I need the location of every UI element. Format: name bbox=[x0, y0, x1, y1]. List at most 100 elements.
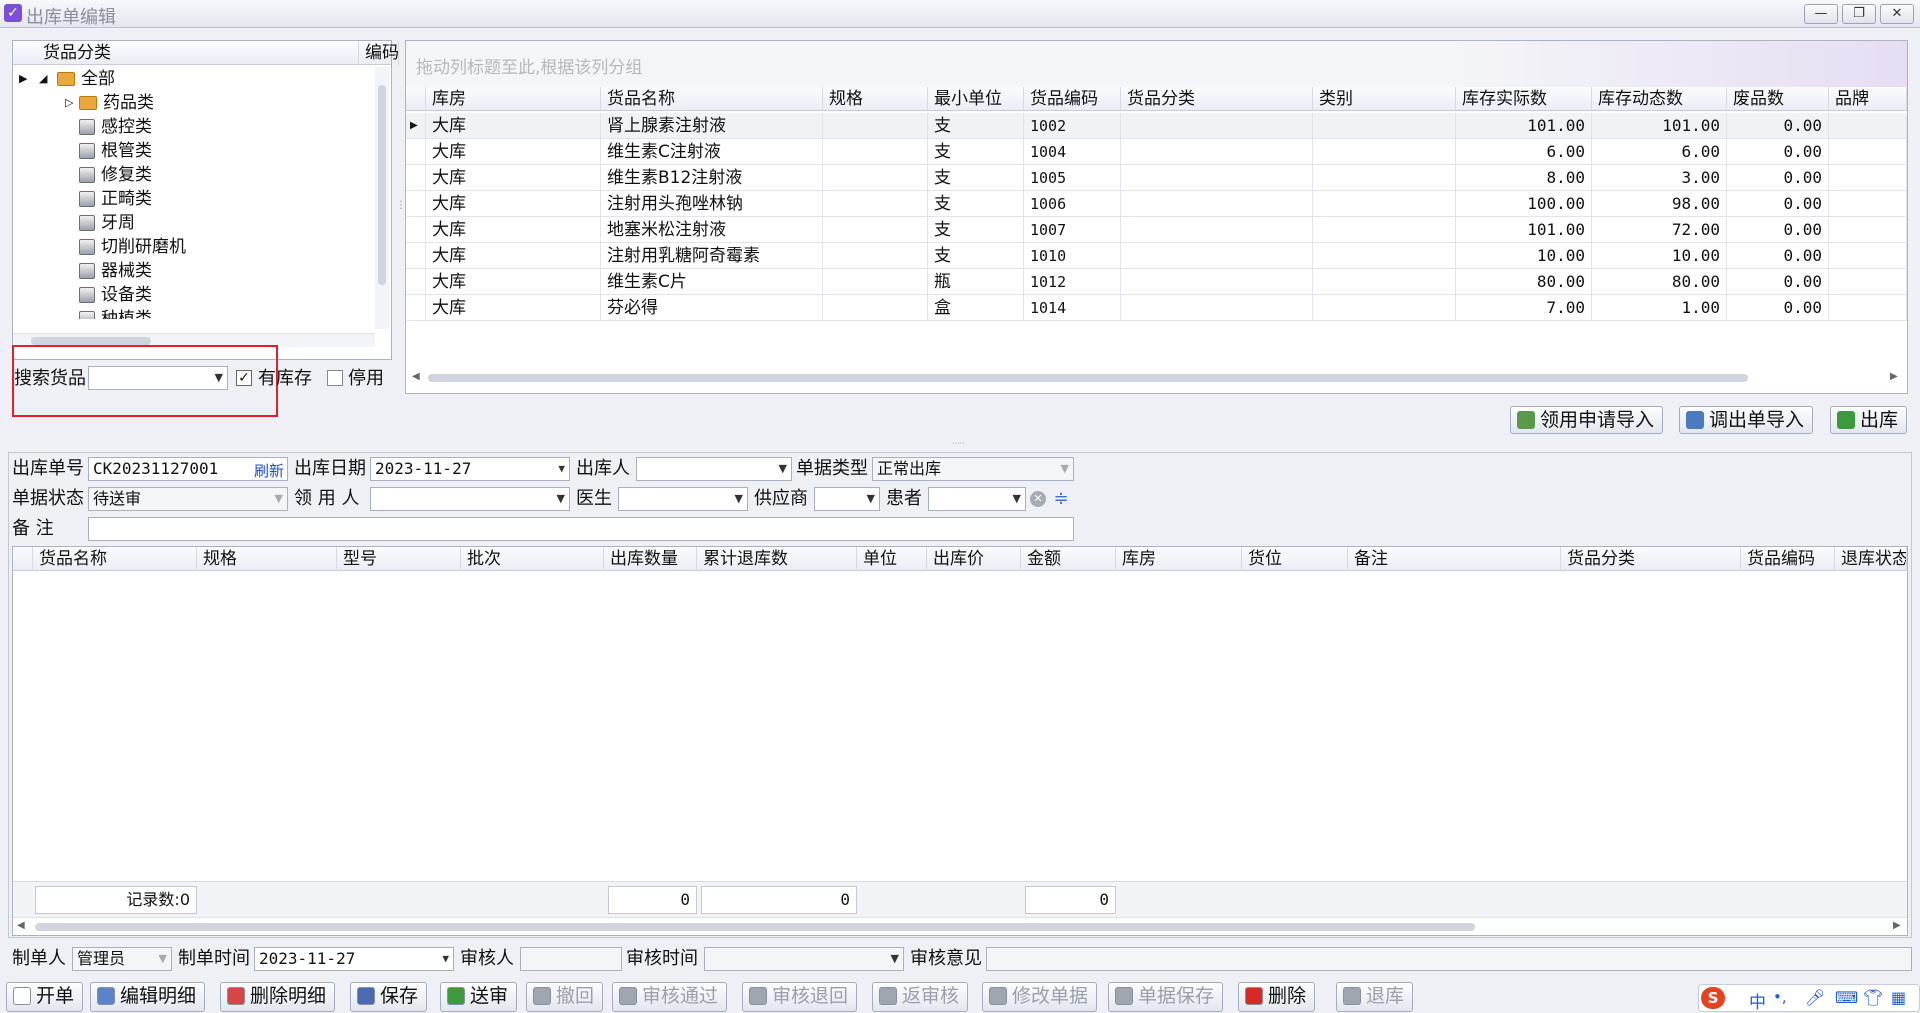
doc-type-combo[interactable]: 正常出库 ▼ bbox=[872, 457, 1074, 481]
tree-node[interactable]: 修复类 bbox=[13, 163, 373, 187]
cell-actual-stock[interactable]: 10.00 bbox=[1456, 243, 1592, 269]
cell-spec[interactable] bbox=[823, 191, 928, 217]
cell-waste[interactable]: 0.00 bbox=[1727, 269, 1829, 295]
delete-button[interactable]: 删除 bbox=[1238, 982, 1316, 1012]
table-row[interactable]: 大库 注射用头孢唑林钠 支 1006 100.00 98.00 0.00 bbox=[406, 191, 1907, 217]
cell-waste[interactable]: 0.00 bbox=[1727, 217, 1829, 243]
cell-type[interactable] bbox=[1313, 243, 1456, 269]
cell-min-unit[interactable]: 支 bbox=[928, 139, 1024, 165]
cell-brand[interactable] bbox=[1829, 191, 1907, 217]
reverse-audit-button[interactable]: 返审核 bbox=[872, 982, 969, 1012]
col-spec[interactable]: 规格 bbox=[823, 87, 928, 111]
col-waste[interactable]: 废品数 bbox=[1727, 87, 1829, 111]
cell-goods-category[interactable] bbox=[1121, 295, 1313, 321]
cell-actual-stock[interactable]: 7.00 bbox=[1456, 295, 1592, 321]
cell-warehouse[interactable]: 大库 bbox=[426, 217, 601, 243]
cell-goods-name[interactable]: 芬必得 bbox=[601, 295, 823, 321]
tree-header-category[interactable]: 货品分类 bbox=[37, 41, 359, 65]
stock-hscroll-thumb[interactable] bbox=[428, 374, 1748, 382]
col-min-unit[interactable]: 最小单位 bbox=[928, 87, 1024, 111]
col-batch[interactable]: 批次 bbox=[461, 547, 604, 571]
apply-import-button[interactable]: 领用申请导入 bbox=[1510, 406, 1664, 434]
table-row[interactable]: 大库 维生素C注射液支 1004 6.00 6.00 0.00 bbox=[406, 139, 1907, 165]
cell-goods-category[interactable] bbox=[1121, 217, 1313, 243]
cell-goods-name[interactable]: 地塞米松注射液 bbox=[601, 217, 823, 243]
cell-min-unit[interactable]: 支 bbox=[928, 217, 1024, 243]
supplier-combo[interactable]: ▼ bbox=[814, 487, 880, 511]
cell-dynamic-stock[interactable]: 98.00 bbox=[1592, 191, 1727, 217]
outbound-button[interactable]: 出库 bbox=[1830, 406, 1908, 434]
cell-brand[interactable] bbox=[1829, 165, 1907, 191]
make-time-field[interactable]: 2023-11-27 ▼ bbox=[254, 947, 454, 971]
col-amount[interactable]: 金额 bbox=[1021, 547, 1116, 571]
maker-combo[interactable]: 管理员 ▼ bbox=[72, 947, 172, 971]
cell-type[interactable] bbox=[1313, 139, 1456, 165]
cell-brand[interactable] bbox=[1829, 139, 1907, 165]
cell-brand[interactable] bbox=[1829, 269, 1907, 295]
withdraw-button[interactable]: 撤回 bbox=[526, 982, 604, 1012]
cell-spec[interactable] bbox=[823, 165, 928, 191]
outbound-date-field[interactable]: 2023-11-27 ▼ bbox=[370, 457, 570, 481]
ime-punct[interactable]: •, bbox=[1773, 988, 1787, 1006]
cell-goods-code[interactable]: 1012 bbox=[1024, 269, 1121, 295]
tree-node[interactable]: 感控类 bbox=[13, 115, 373, 139]
col-dynamic-stock[interactable]: 库存动态数 bbox=[1592, 87, 1727, 111]
cell-goods-code[interactable]: 1006 bbox=[1024, 191, 1121, 217]
col-warehouse[interactable]: 库房 bbox=[1116, 547, 1242, 571]
group-by-area[interactable]: 拖动列标题至此,根据该列分组 bbox=[406, 41, 1907, 87]
detail-hscrollbar[interactable]: ◀ ▶ bbox=[13, 917, 1907, 935]
cell-waste[interactable]: 0.00 bbox=[1727, 191, 1829, 217]
cell-brand[interactable] bbox=[1829, 243, 1907, 269]
cell-actual-stock[interactable]: 100.00 bbox=[1456, 191, 1592, 217]
ime-lang[interactable]: 中 bbox=[1749, 988, 1766, 1013]
cell-min-unit[interactable]: 支 bbox=[928, 243, 1024, 269]
col-goods-name[interactable]: 货品名称 bbox=[33, 547, 197, 571]
skin-icon[interactable]: 👕︎ bbox=[1863, 988, 1883, 1007]
toolbox-icon[interactable]: ▦ bbox=[1891, 988, 1906, 1007]
cell-waste[interactable]: 0.00 bbox=[1727, 165, 1829, 191]
cell-goods-name[interactable]: 肾上腺素注射液 bbox=[601, 113, 823, 139]
table-row[interactable]: 大库 注射用乳糖阿奇霉素支 1010 10.00 10.00 0.00 bbox=[406, 243, 1907, 269]
patient-select-icon[interactable]: ≑ bbox=[1050, 489, 1072, 509]
cell-goods-name[interactable]: 维生素C注射液 bbox=[601, 139, 823, 165]
col-goods-category[interactable]: 货品分类 bbox=[1561, 547, 1741, 571]
cell-actual-stock[interactable]: 6.00 bbox=[1456, 139, 1592, 165]
cell-spec[interactable] bbox=[823, 139, 928, 165]
col-goods-code[interactable]: 货品编码 bbox=[1741, 547, 1835, 571]
cell-dynamic-stock[interactable]: 72.00 bbox=[1592, 217, 1727, 243]
cell-type[interactable] bbox=[1313, 113, 1456, 139]
tree-node[interactable]: 牙周 bbox=[13, 211, 373, 235]
approve-button[interactable]: 审核通过 bbox=[612, 982, 728, 1012]
tree-header-code[interactable]: 编码 bbox=[359, 41, 399, 65]
outbound-person-combo[interactable]: ▼ bbox=[636, 457, 792, 481]
col-location[interactable]: 货位 bbox=[1242, 547, 1348, 571]
reject-audit-button[interactable]: 审核退回 bbox=[742, 982, 858, 1012]
scroll-right-icon[interactable]: ▶ bbox=[1893, 920, 1901, 931]
refresh-link[interactable]: 刷新 bbox=[254, 460, 284, 481]
cell-brand[interactable] bbox=[1829, 295, 1907, 321]
cell-goods-code[interactable]: 1002 bbox=[1024, 113, 1121, 139]
auditor-field[interactable] bbox=[520, 947, 622, 971]
col-remark[interactable]: 备注 bbox=[1348, 547, 1561, 571]
tree-node[interactable]: 器械类 bbox=[13, 259, 373, 283]
scroll-left-icon[interactable]: ◀ bbox=[412, 371, 420, 382]
col-model[interactable]: 型号 bbox=[337, 547, 461, 571]
patient-combo[interactable]: ▼ bbox=[928, 487, 1026, 511]
cell-actual-stock[interactable]: 101.00 bbox=[1456, 217, 1592, 243]
cell-dynamic-stock[interactable]: 6.00 bbox=[1592, 139, 1727, 165]
scroll-left-icon[interactable]: ◀ bbox=[17, 920, 25, 931]
cell-min-unit[interactable]: 支 bbox=[928, 191, 1024, 217]
cell-waste[interactable]: 0.00 bbox=[1727, 295, 1829, 321]
scroll-right-icon[interactable]: ▶ bbox=[1890, 371, 1898, 382]
cell-goods-code[interactable]: 1014 bbox=[1024, 295, 1121, 321]
table-row[interactable]: 大库 维生素B12注射液 支 1005 8.00 3.00 0.00 bbox=[406, 165, 1907, 191]
col-unit[interactable]: 单位 bbox=[857, 547, 927, 571]
tree-vscrollbar[interactable] bbox=[375, 67, 389, 329]
cell-spec[interactable] bbox=[823, 295, 928, 321]
col-goods-name[interactable]: 货品名称 bbox=[601, 87, 823, 111]
minimize-button[interactable]: — bbox=[1804, 4, 1838, 24]
cell-dynamic-stock[interactable]: 3.00 bbox=[1592, 165, 1727, 191]
tree-node-medicine[interactable]: ▷ 药品类 bbox=[13, 91, 373, 115]
restore-button[interactable]: ❐ bbox=[1842, 4, 1876, 24]
table-row[interactable]: 大库 地塞米松注射液 支 1007 101.00 72.00 0.00 bbox=[406, 217, 1907, 243]
